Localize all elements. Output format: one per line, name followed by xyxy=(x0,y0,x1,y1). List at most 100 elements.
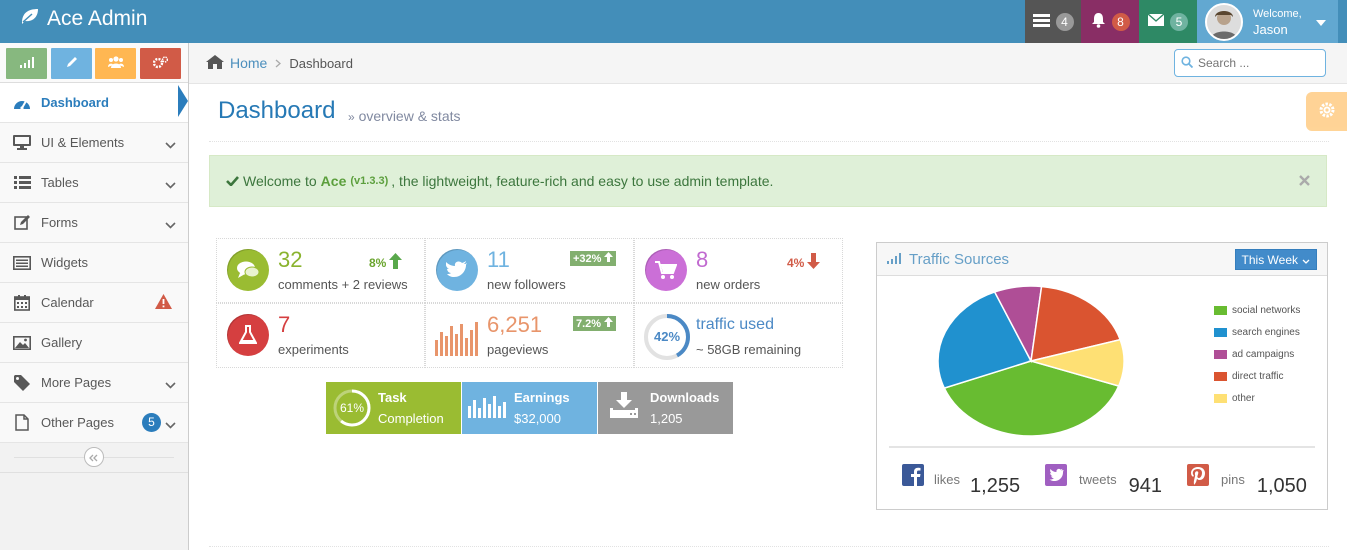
home-icon xyxy=(206,54,224,72)
legend-item: search engines xyxy=(1214,321,1300,343)
infobox-text: experiments xyxy=(278,342,349,357)
username: Jason xyxy=(1253,21,1288,37)
legend-item: direct traffic xyxy=(1214,365,1300,387)
alert-prefix: Welcome to xyxy=(243,173,317,189)
social-label: likes xyxy=(934,472,961,487)
tasks-icon xyxy=(1032,13,1050,30)
sidebar-item-calendar[interactable]: Calendar xyxy=(0,283,188,323)
infobox-pageviews: 6,251 pageviews 7.2% xyxy=(425,303,634,368)
infobox-text: new orders xyxy=(696,277,761,292)
legend-label: search engines xyxy=(1232,326,1300,338)
stat-value: 7.2% xyxy=(576,317,602,330)
tasks-button[interactable]: 4 xyxy=(1025,0,1081,43)
notifications-button[interactable]: 8 xyxy=(1081,0,1139,43)
file-icon xyxy=(12,414,32,431)
calendar-icon xyxy=(12,294,32,311)
close-icon[interactable] xyxy=(1299,173,1310,189)
shortcut-users-button[interactable] xyxy=(95,48,136,79)
notifications-badge: 8 xyxy=(1111,12,1130,31)
double-angle-right-icon: » xyxy=(348,110,355,124)
sidebar-item-label: Widgets xyxy=(41,255,88,270)
infobox-text: comments + 2 reviews xyxy=(278,277,408,292)
social-label: tweets xyxy=(1079,472,1117,487)
sidebar-item-other-pages[interactable]: Other Pages 5 xyxy=(0,403,188,443)
edit-icon xyxy=(12,215,32,230)
arrow-up-icon xyxy=(389,253,403,272)
legend-swatch xyxy=(1214,327,1227,337)
bigbox-title: Downloads xyxy=(650,390,720,405)
sidebar-item-tables[interactable]: Tables xyxy=(0,163,188,203)
social-value: 1,255 xyxy=(970,475,1021,497)
infobox-traffic: 42% traffic used ~ 58GB remaining xyxy=(634,303,843,368)
breadcrumb-home-link[interactable]: Home xyxy=(230,55,267,71)
sidebar-item-label: Tables xyxy=(41,175,79,190)
settings-button[interactable] xyxy=(1306,92,1347,131)
sidebar-item-dashboard[interactable]: Dashboard xyxy=(0,83,188,123)
sidebar-item-widgets[interactable]: Widgets xyxy=(0,243,188,283)
infobox-experiments: 7 experiments xyxy=(216,303,425,368)
double-angle-left-icon xyxy=(89,450,99,465)
downloads-box: Downloads 1,205 xyxy=(598,382,733,434)
messages-button[interactable]: 5 xyxy=(1139,0,1197,43)
twitter-icon xyxy=(436,249,478,291)
pinterest-icon xyxy=(1187,464,1209,489)
infobox-number: 7 xyxy=(278,312,291,337)
search-box[interactable] xyxy=(1174,49,1326,77)
page-header: Dashboard » overview & stats xyxy=(209,85,1329,142)
shopping-cart-icon xyxy=(645,249,687,291)
infobox-text: pageviews xyxy=(487,342,549,357)
social-value: 941 xyxy=(1128,475,1162,497)
page-subtitle: overview & stats xyxy=(358,108,461,124)
list-alt-icon xyxy=(12,255,32,270)
page-title: Dashboard xyxy=(218,97,336,124)
arrow-down-icon xyxy=(807,253,821,272)
tasks-badge: 4 xyxy=(1055,12,1074,31)
legend-item: social networks xyxy=(1214,299,1300,321)
sidebar-item-more-pages[interactable]: More Pages xyxy=(0,363,188,403)
warning-icon xyxy=(155,294,172,312)
shortcut-edit-button[interactable] xyxy=(51,48,92,79)
traffic-percent: 42% xyxy=(653,329,681,344)
traffic-sources-widget: Traffic Sources This Week social network… xyxy=(876,242,1328,510)
arrow-up-icon xyxy=(604,252,614,265)
search-icon xyxy=(1181,55,1194,71)
signal-icon xyxy=(19,56,34,71)
sidebar-item-label: UI & Elements xyxy=(41,135,125,150)
shortcut-settings-button[interactable] xyxy=(140,48,181,79)
chevron-down-icon xyxy=(165,217,176,232)
collapse-sidebar-button[interactable] xyxy=(84,447,104,467)
brand[interactable]: Ace Admin xyxy=(20,7,147,31)
infobox-stat: 8% xyxy=(369,253,403,272)
shortcut-stats-button[interactable] xyxy=(6,48,47,79)
user-menu[interactable]: Welcome, Jason xyxy=(1197,0,1338,43)
infobox-text: ~ 58GB remaining xyxy=(696,342,802,357)
sparkline-bars-icon xyxy=(435,320,481,359)
tachometer-icon xyxy=(12,96,32,110)
leaf-icon xyxy=(20,7,40,31)
sidebar-item-label: Calendar xyxy=(41,295,94,310)
traffic-pie-chart xyxy=(937,285,1125,437)
desktop-icon xyxy=(12,135,32,150)
signal-icon xyxy=(887,251,901,268)
legend-item: other xyxy=(1214,387,1300,409)
facebook-icon xyxy=(902,464,924,489)
chevron-down-icon xyxy=(165,377,176,392)
top-navbar: Ace Admin 4 8 5 Welcome, Jason xyxy=(0,0,1347,43)
sidebar-item-forms[interactable]: Forms xyxy=(0,203,188,243)
search-input[interactable] xyxy=(1198,56,1316,70)
this-week-dropdown[interactable]: This Week xyxy=(1234,249,1317,270)
infobox-comments: 32 comments + 2 reviews 8% xyxy=(216,238,425,303)
picture-icon xyxy=(12,335,32,350)
sidebar-item-ui-elements[interactable]: UI & Elements xyxy=(0,123,188,163)
widget-title: Traffic Sources xyxy=(909,250,1010,268)
sidebar-item-gallery[interactable]: Gallery xyxy=(0,323,188,363)
bigbox-title: Earnings xyxy=(514,390,570,405)
pencil-icon xyxy=(65,56,78,72)
breadcrumb-current: Dashboard xyxy=(289,55,353,71)
bottom-divider xyxy=(209,546,1329,547)
chevron-down-icon xyxy=(1302,253,1310,267)
bigbox-sub: $32,000 xyxy=(514,411,561,426)
infobox-number: 11 xyxy=(487,247,510,272)
legend-label: direct traffic xyxy=(1232,370,1284,382)
legend-swatch xyxy=(1214,393,1227,403)
